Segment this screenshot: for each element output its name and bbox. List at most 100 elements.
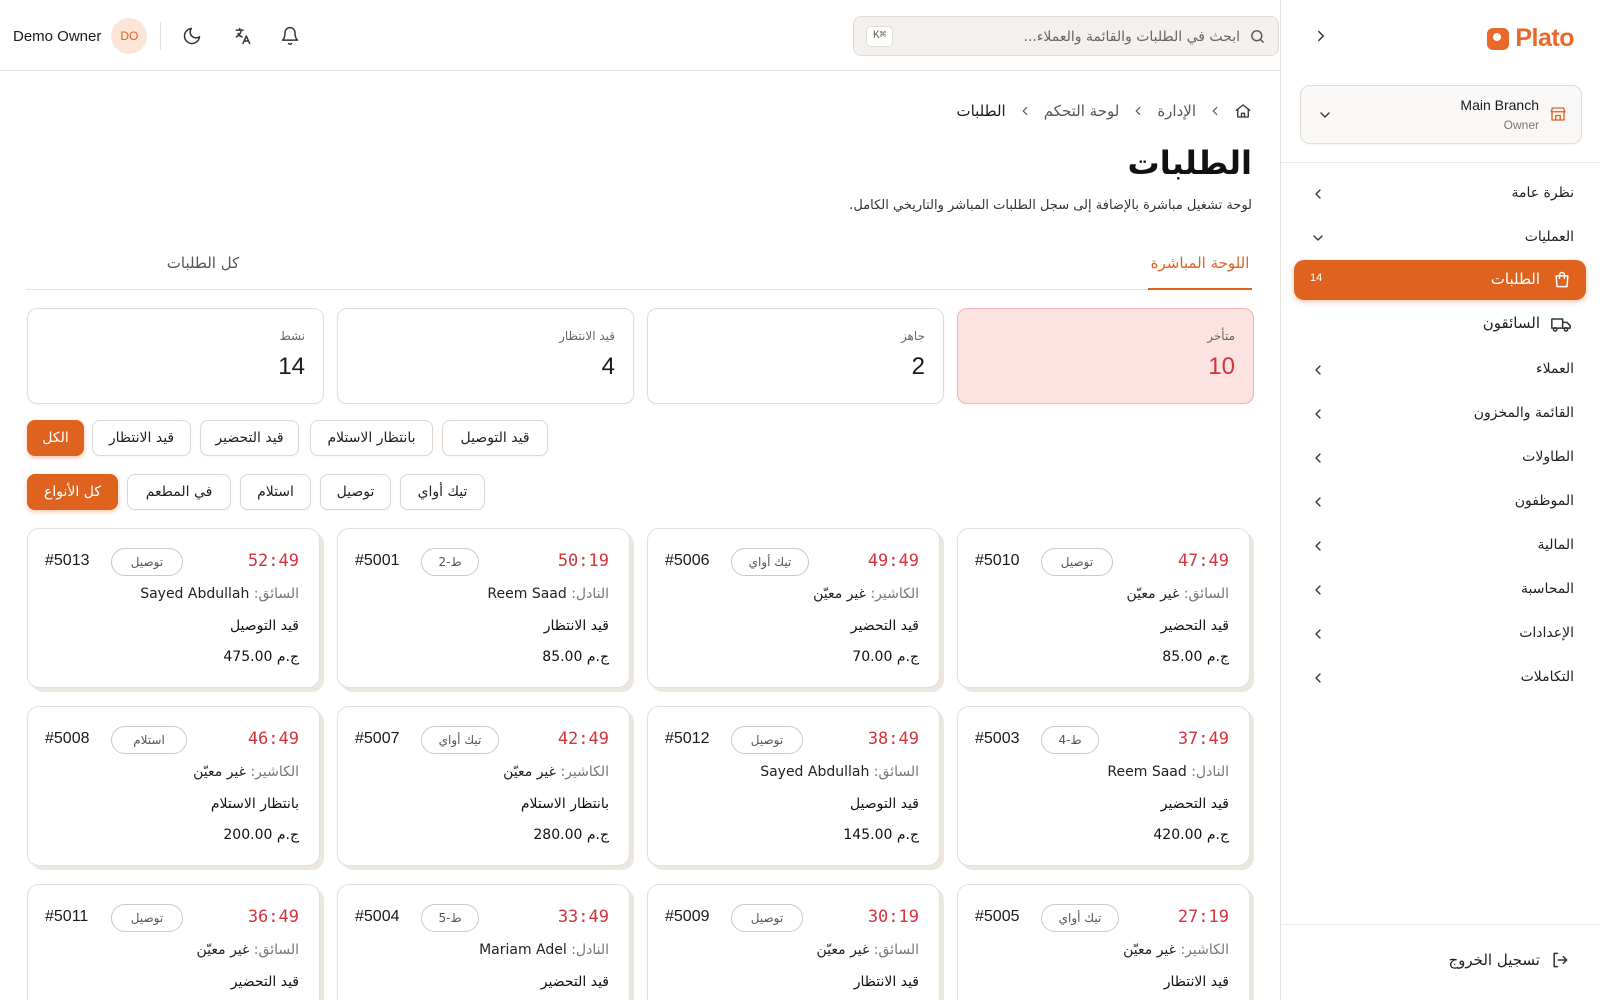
order-card[interactable]: 30:19 توصيل #5009 السائق: غير معيّن قيد الان… xyxy=(647,884,940,1000)
chevron-left-icon xyxy=(1310,406,1326,422)
avatar[interactable]: DO xyxy=(111,18,148,54)
top-header: Demo Owner DO K⌘ xyxy=(0,0,1280,71)
order-timer: 27:19 xyxy=(1177,907,1229,927)
user-menu[interactable]: Demo Owner DO xyxy=(13,18,148,54)
filter-pickup[interactable]: استلام xyxy=(240,474,311,510)
filter-delivery[interactable]: توصيل xyxy=(320,474,391,510)
order-assignee: السائق: غير معيّن xyxy=(1126,586,1229,602)
chevron-left-icon xyxy=(1208,104,1222,118)
status-filter-group: الكل قيد الانتظار قيد التحضير بانتظار ال… xyxy=(27,420,1253,456)
assignee-name: غير معيّن xyxy=(1126,586,1180,602)
order-card[interactable]: 33:49 ط-5 #5004 النادل: Mariam Adel قيد التح… xyxy=(337,884,630,1000)
filter-pending[interactable]: قيد الانتظار xyxy=(92,420,191,456)
sidebar-item-label: الطلبات xyxy=(1490,270,1540,288)
tab-live-board[interactable]: اللوحة المباشرة xyxy=(1148,242,1252,290)
order-type-tag: توصيل xyxy=(731,904,803,932)
assignee-name: Reem Saad xyxy=(1107,764,1187,780)
filter-dine-in[interactable]: في المطعم xyxy=(127,474,231,510)
sidebar-item-label: السائقون xyxy=(1482,314,1540,332)
bell-icon[interactable] xyxy=(277,23,303,49)
filter-awaiting-pickup[interactable]: بانتظار الاستلام xyxy=(310,420,433,456)
sidebar-item-customers[interactable]: العملاء xyxy=(1294,348,1586,392)
tabs: اللوحة المباشرة كل الطلبات xyxy=(26,242,1252,290)
user-name: Demo Owner xyxy=(13,27,102,45)
order-type-tag: ط-4 xyxy=(1041,726,1099,754)
filter-delivering[interactable]: قيد التوصيل xyxy=(442,420,548,456)
breadcrumb-dashboard[interactable]: لوحة التحكم xyxy=(1044,102,1120,120)
order-timer: 52:49 xyxy=(247,551,299,571)
search-input[interactable] xyxy=(950,25,1240,49)
order-type-tag: تيك أواي xyxy=(1041,904,1119,932)
sidebar-item-settings[interactable]: الإعدادات xyxy=(1294,612,1586,656)
assignee-name: غير معيّن xyxy=(196,942,250,958)
stat-value: 10 xyxy=(1208,353,1235,380)
branch-selector[interactable]: Main Branch Owner xyxy=(1300,85,1582,144)
sidebar-item-label: العملاء xyxy=(1536,361,1574,377)
order-timer: 37:49 xyxy=(1177,729,1229,749)
logo[interactable]: Plato xyxy=(1487,24,1574,53)
assignee-name: Sayed Abdullah xyxy=(140,586,250,602)
sidebar-item-finance[interactable]: المالية xyxy=(1294,524,1586,568)
chevron-left-icon xyxy=(1310,186,1326,202)
chevron-down-icon xyxy=(1310,230,1326,246)
sidebar-bottom-divider xyxy=(1280,924,1600,925)
truck-icon xyxy=(1550,314,1572,334)
sidebar-item-accounting[interactable]: المحاسبة xyxy=(1294,568,1586,612)
stat-pending: قيد الانتظار 4 xyxy=(337,308,634,404)
logout-button[interactable]: تسجيل الخروج xyxy=(1448,950,1570,970)
search-icon xyxy=(1249,28,1266,45)
sidebar-item-menu-inventory[interactable]: القائمة والمخزون xyxy=(1294,392,1586,436)
home-icon[interactable] xyxy=(1234,102,1252,120)
order-number: #5012 xyxy=(665,730,710,747)
order-assignee: النادل: Mariam Adel xyxy=(479,942,609,958)
filter-all[interactable]: الكل xyxy=(27,420,84,456)
order-card[interactable]: 50:19 ط-2 #5001 النادل: Reem Saad قيد الانتظ… xyxy=(337,528,630,688)
sidebar-item-overview[interactable]: نظرة عامة xyxy=(1294,172,1586,216)
sidebar-item-tables[interactable]: الطاولات xyxy=(1294,436,1586,480)
logout-label: تسجيل الخروج xyxy=(1448,951,1540,969)
assignee-role: السائق: xyxy=(873,942,919,958)
assignee-role: النادل: xyxy=(571,586,609,602)
order-timer: 42:49 xyxy=(557,729,609,749)
sidebar-item-label: الإعدادات xyxy=(1519,625,1574,641)
order-card[interactable]: 38:49 توصيل #5012 السائق: Sayed Abdullah قيد… xyxy=(647,706,940,866)
search-bar[interactable]: K⌘ xyxy=(853,16,1279,56)
order-card[interactable]: 27:19 تيك أواي #5005 الكاشير: غير معيّن قيد … xyxy=(957,884,1250,1000)
sidebar-item-label: القائمة والمخزون xyxy=(1473,405,1574,421)
order-card[interactable]: 42:49 تيك أواي #5007 الكاشير: غير معيّن بانت… xyxy=(337,706,630,866)
order-card[interactable]: 37:49 ط-4 #5003 النادل: Reem Saad قيد التحضي… xyxy=(957,706,1250,866)
sidebar-item-operations[interactable]: العمليات xyxy=(1294,216,1586,260)
order-status: قيد التحضير xyxy=(850,618,919,634)
chevron-left-icon xyxy=(1310,450,1326,466)
translate-icon[interactable] xyxy=(230,23,256,49)
filter-preparing[interactable]: قيد التحضير xyxy=(200,420,299,456)
order-card[interactable]: 49:49 تيك أواي #5006 الكاشير: غير معيّن قيد … xyxy=(647,528,940,688)
chevron-down-icon xyxy=(1317,107,1333,123)
filter-all-types[interactable]: كل الأنواع xyxy=(27,474,118,510)
assignee-name: Sayed Abdullah xyxy=(760,764,870,780)
moon-icon[interactable] xyxy=(179,23,205,49)
sidebar-divider xyxy=(1280,162,1600,163)
order-number: #5007 xyxy=(355,730,400,747)
order-number: #5010 xyxy=(975,552,1020,569)
order-total: ج.م 85.00 xyxy=(542,649,609,665)
order-card[interactable]: 36:49 توصيل #5011 السائق: غير معيّن قيد التح… xyxy=(27,884,320,1000)
filter-takeaway[interactable]: تيك أواي xyxy=(400,474,485,510)
order-card[interactable]: 52:49 توصيل #5013 السائق: Sayed Abdullah قيد… xyxy=(27,528,320,688)
breadcrumb-admin[interactable]: الإدارة xyxy=(1157,102,1196,120)
orders-count-badge: 14 xyxy=(1310,272,1323,284)
assignee-name: غير معيّن xyxy=(816,942,870,958)
order-card[interactable]: 47:49 توصيل #5010 السائق: غير معيّن قيد التح… xyxy=(957,528,1250,688)
sidebar-item-drivers[interactable]: السائقون xyxy=(1294,304,1586,344)
order-total: ج.م 475.00 xyxy=(223,649,299,665)
sidebar-item-label: المالية xyxy=(1537,537,1574,553)
sidebar-item-staff[interactable]: الموظفون xyxy=(1294,480,1586,524)
sidebar-item-integrations[interactable]: التكاملات xyxy=(1294,656,1586,700)
order-status: بانتظار الاستلام xyxy=(210,796,299,812)
order-card[interactable]: 46:49 استلام #5008 الكاشير: غير معيّن بانتظا… xyxy=(27,706,320,866)
sidebar-item-orders[interactable]: الطلبات 14 xyxy=(1294,260,1586,300)
sidebar-toggle-button[interactable] xyxy=(1309,24,1333,48)
tab-all-orders[interactable]: كل الطلبات xyxy=(159,242,247,290)
breadcrumb: الإدارة لوحة التحكم الطلبات xyxy=(956,102,1252,120)
order-type-tag: ط-2 xyxy=(421,548,479,576)
